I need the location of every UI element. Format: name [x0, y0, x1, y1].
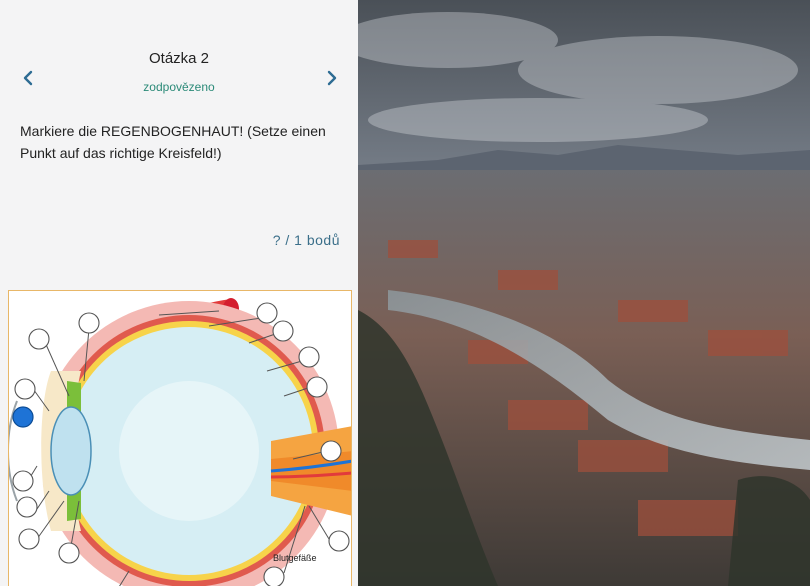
city-photo — [358, 0, 810, 586]
question-points: ? / 1 bodů — [272, 232, 340, 248]
answer-circle-11[interactable] — [12, 470, 34, 492]
selected-answer-circle[interactable] — [12, 406, 34, 428]
answer-circle-2[interactable] — [78, 312, 100, 334]
answer-circle-12[interactable] — [16, 496, 38, 518]
question-title: Otázka 2 — [148, 50, 210, 67]
answer-circle-8[interactable] — [328, 530, 350, 552]
answer-circle-7[interactable] — [320, 440, 342, 462]
question-text: Markiere die REGENBOGENHAUT! (Setze eine… — [20, 123, 326, 161]
answer-circle-4[interactable] — [272, 320, 294, 342]
city-photo-image — [358, 0, 810, 586]
vitreous-inner — [119, 381, 259, 521]
question-panel: Otázka 2 zodpovězeno Markiere die REGENB… — [0, 0, 358, 586]
eye-diagram[interactable]: Blutgefäße — [8, 290, 352, 586]
blood-vessels-label: Blutgefäße — [273, 553, 317, 563]
answer-circle-3[interactable] — [256, 302, 278, 324]
answer-circle-5[interactable] — [298, 346, 320, 368]
answer-circle-1[interactable] — [28, 328, 50, 350]
answer-circle-6[interactable] — [306, 376, 328, 398]
eye-diagram-svg: Blutgefäße — [9, 298, 351, 586]
next-question-button[interactable] — [320, 66, 344, 90]
answer-circle-9[interactable] — [263, 566, 285, 586]
question-status: zodpovězeno — [143, 80, 215, 94]
question-card: Otázka 2 zodpovězeno Markiere die REGENB… — [0, 0, 358, 286]
answer-circle-13[interactable] — [18, 528, 40, 550]
answer-circle-10[interactable] — [14, 378, 36, 400]
answer-circle-14[interactable] — [58, 542, 80, 564]
lens — [50, 406, 92, 496]
chevron-right-icon — [327, 70, 337, 86]
